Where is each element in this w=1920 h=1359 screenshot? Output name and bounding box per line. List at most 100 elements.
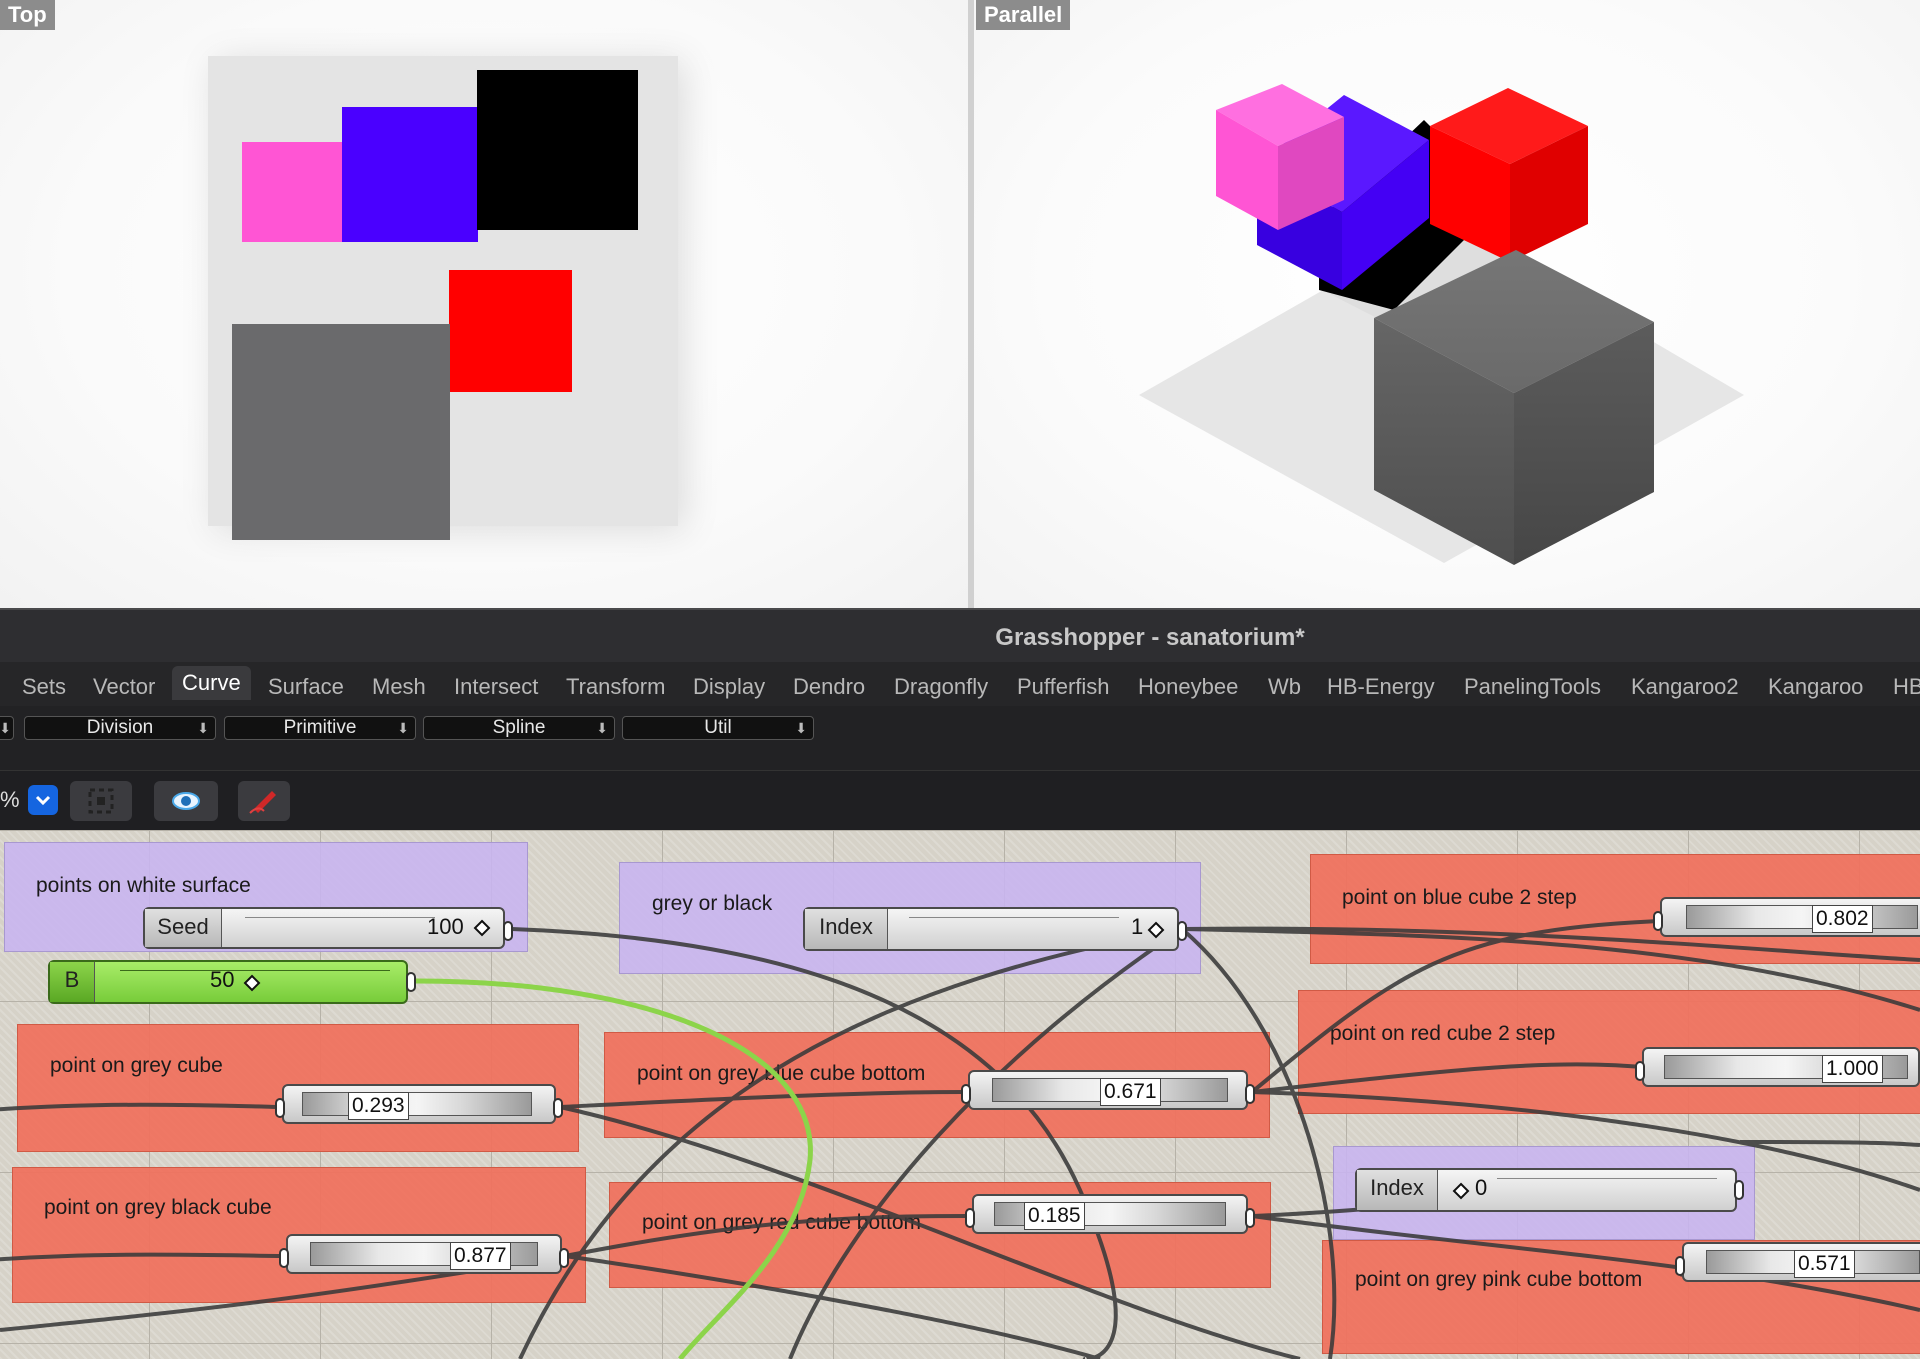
zoom-extents-button[interactable] <box>70 781 132 821</box>
eye-icon <box>172 792 200 810</box>
index-slider-0[interactable]: Index 0 <box>1355 1168 1737 1212</box>
param-slider-grey-pink-bottom-value: 0.571 <box>1794 1250 1855 1278</box>
viewport-label-parallel: Parallel <box>976 0 1071 30</box>
group-util-label: Util <box>704 717 732 738</box>
window-title: Grasshopper - sanatorium* <box>995 624 1305 651</box>
slider-grip-icon <box>1452 1182 1470 1200</box>
chevron-down-icon <box>35 795 51 806</box>
seed-slider[interactable]: Seed 100 <box>143 907 505 949</box>
tab-pufferfish[interactable]: Pufferfish <box>1017 670 1110 704</box>
index-slider-0-value: 0 <box>1475 1175 1488 1200</box>
canvas-toolbar: % <box>0 770 1920 831</box>
b-slider-value: 50 <box>210 967 235 992</box>
output-port[interactable] <box>1245 1208 1255 1228</box>
output-port[interactable] <box>559 1248 569 1268</box>
top-viewport[interactable]: Top <box>0 0 968 608</box>
group-spline[interactable]: Spline ⬇ <box>423 716 615 740</box>
input-port[interactable] <box>1653 911 1663 931</box>
tab-kangaroo2[interactable]: Kangaroo2 <box>1631 670 1739 704</box>
zoom-dropdown[interactable] <box>28 785 58 815</box>
tab-vector[interactable]: Vector <box>93 670 155 704</box>
b-output-port[interactable] <box>406 972 416 992</box>
slider-grip-icon <box>1147 921 1165 939</box>
param-slider-grey-cube[interactable]: 0.293 <box>282 1084 556 1124</box>
tab-wb[interactable]: Wb <box>1268 670 1301 704</box>
parallel-viewport[interactable]: Parallel <box>974 0 1920 608</box>
tab-transform[interactable]: Transform <box>566 670 665 704</box>
input-port[interactable] <box>1635 1061 1645 1081</box>
preview-button[interactable] <box>154 781 218 821</box>
param-slider-grey-black-cube[interactable]: 0.877 <box>286 1234 562 1274</box>
tab-kangaroo[interactable]: Kangaroo <box>1768 670 1863 704</box>
expand-arrow-icon: ⬇ <box>596 720 608 736</box>
group-division[interactable]: Division ⬇ <box>24 716 216 740</box>
output-port[interactable] <box>553 1098 563 1118</box>
tab-dendro[interactable]: Dendro <box>793 670 865 704</box>
input-port[interactable] <box>961 1084 971 1104</box>
tab-honeybee[interactable]: Honeybee <box>1138 670 1238 704</box>
output-port[interactable] <box>1245 1084 1255 1104</box>
index-slider-0-label: Index <box>1357 1170 1438 1210</box>
seed-slider-label: Seed <box>145 909 222 947</box>
index-0-output-port[interactable] <box>1734 1180 1744 1200</box>
expand-arrow-icon: ⬇ <box>397 720 409 736</box>
red-cube-top <box>449 270 572 392</box>
seed-slider-value: 100 <box>427 914 464 939</box>
param-slider-red-2-step[interactable]: 1.000 <box>1642 1047 1920 1087</box>
pen-icon <box>249 791 276 814</box>
tab-mesh[interactable]: Mesh <box>372 670 426 704</box>
index-slider-1-value: 1 <box>1131 914 1144 939</box>
tab-panelingtools[interactable]: PanelingTools <box>1464 670 1601 704</box>
tab-intersect[interactable]: Intersect <box>454 670 538 704</box>
param-slider-grey-red-bottom[interactable]: 0.185 <box>972 1194 1248 1234</box>
group-primitive[interactable]: Primitive ⬇ <box>224 716 416 740</box>
param-slider-blue-2-step-value: 0.802 <box>1812 905 1873 933</box>
input-port[interactable] <box>279 1248 289 1268</box>
param-slider-grey-pink-bottom[interactable]: 0.571 <box>1682 1242 1920 1282</box>
zoom-extents-icon <box>88 788 114 814</box>
parallel-view-scene <box>1139 84 1744 565</box>
expand-arrow-icon: ⬇ <box>197 720 209 736</box>
group-primitive-label: Primitive <box>283 717 357 738</box>
grasshopper-canvas[interactable]: points on white surface grey or black po… <box>0 830 1920 1359</box>
sketch-button[interactable] <box>238 781 290 821</box>
b-slider-label: B <box>50 962 95 1002</box>
black-cube-top <box>477 70 638 230</box>
input-port[interactable] <box>1675 1256 1685 1276</box>
slider-ticks <box>245 917 435 924</box>
slider-track <box>1686 905 1918 929</box>
param-slider-grey-blue-bottom-value: 0.671 <box>1100 1078 1161 1106</box>
slider-ticks <box>1497 1178 1717 1185</box>
index-1-output-port[interactable] <box>1177 921 1187 941</box>
group-spline-label: Spline <box>492 717 546 738</box>
tab-hb[interactable]: HB <box>1893 670 1920 704</box>
tab-display[interactable]: Display <box>693 670 765 704</box>
slider-track <box>302 1092 532 1116</box>
group-util[interactable]: Util ⬇ <box>622 716 814 740</box>
tab-curve[interactable]: Curve <box>172 666 251 700</box>
slider-grip-icon <box>243 974 261 992</box>
grey-cube-top <box>232 324 450 540</box>
tab-hb-energy[interactable]: HB-Energy <box>1327 670 1435 704</box>
component-group-bar: ⬇ Division ⬇ Primitive ⬇ Spline ⬇ Util ⬇ <box>0 706 1920 770</box>
b-slider[interactable]: B 50 <box>48 960 408 1004</box>
component-tab-bar: Sets Vector Curve Surface Mesh Intersect… <box>0 662 1920 706</box>
expand-arrow-icon: ⬇ <box>795 720 807 736</box>
tab-sets[interactable]: Sets <box>22 670 66 704</box>
param-slider-grey-blue-bottom[interactable]: 0.671 <box>968 1070 1248 1110</box>
tab-surface[interactable]: Surface <box>268 670 344 704</box>
top-view-scene <box>208 56 685 540</box>
group-previous[interactable]: ⬇ <box>0 716 14 740</box>
input-port[interactable] <box>275 1098 285 1118</box>
slider-ticks <box>909 917 1119 924</box>
tab-dragonfly[interactable]: Dragonfly <box>894 670 988 704</box>
index-slider-1-label: Index <box>805 909 888 949</box>
seed-output-port[interactable] <box>503 921 513 941</box>
viewport-label-top: Top <box>0 0 55 30</box>
param-slider-blue-2-step[interactable]: 0.802 <box>1660 897 1920 937</box>
param-slider-grey-cube-value: 0.293 <box>348 1092 409 1120</box>
input-port[interactable] <box>965 1208 975 1228</box>
window-title-bar: Grasshopper - sanatorium* <box>0 608 1920 664</box>
index-slider-1[interactable]: Index 1 <box>803 907 1179 951</box>
param-slider-grey-red-bottom-value: 0.185 <box>1024 1202 1085 1230</box>
